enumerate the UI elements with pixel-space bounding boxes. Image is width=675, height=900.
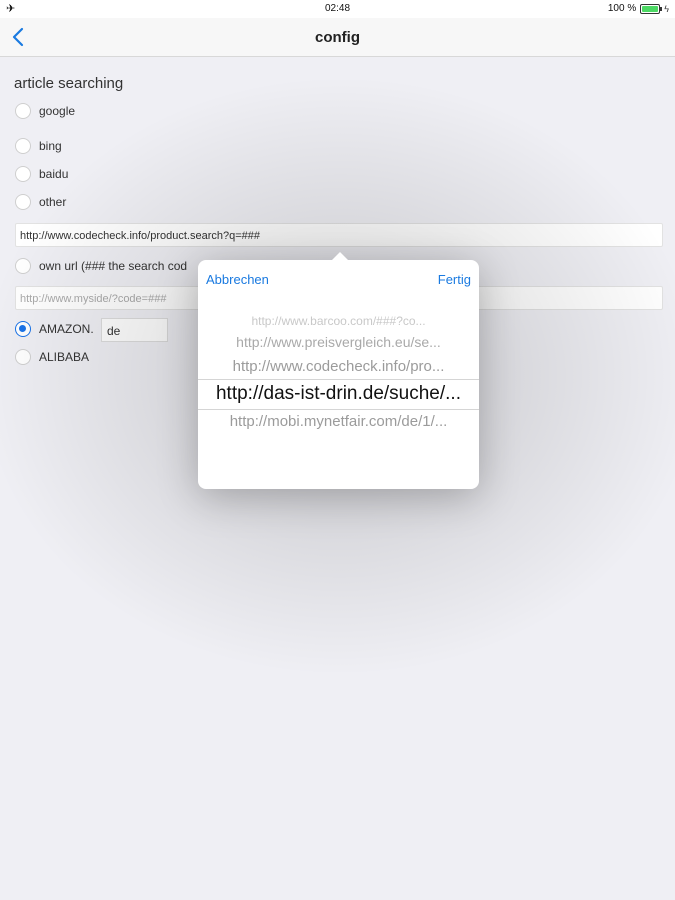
radio-button[interactable]: [15, 103, 31, 119]
radio-button[interactable]: [15, 349, 31, 365]
radio-bing[interactable]: bing: [15, 136, 62, 156]
radio-label: AMAZON.: [39, 322, 94, 336]
radio-label: ALIBABA: [39, 350, 90, 364]
section-title: article searching: [14, 75, 124, 92]
selection-divider: [198, 379, 479, 380]
picker-option[interactable]: http://www.preisvergleich.eu/se...: [198, 333, 479, 351]
battery-percent: 100 %: [607, 3, 637, 14]
done-button[interactable]: Fertig: [438, 272, 471, 287]
radio-label: other: [39, 195, 67, 209]
page-title: config: [315, 29, 360, 46]
status-bar: ✈ 02:48 100 % ϟ: [0, 0, 675, 18]
radio-label: bing: [39, 139, 62, 153]
popover-arrow: [331, 252, 349, 261]
picker-option[interactable]: http://www.codecheck.info/pro...: [198, 357, 479, 377]
radio-label: baidu: [39, 167, 69, 181]
selection-divider: [198, 409, 479, 410]
radio-button[interactable]: [15, 194, 31, 210]
amazon-domain-field[interactable]: de: [101, 318, 168, 342]
battery-icon: [640, 3, 663, 14]
radio-label: own url (### the search cod: [39, 259, 188, 273]
radio-google[interactable]: google: [15, 101, 75, 121]
picker-option[interactable]: http://mobi.mynetfair.com/de/1/...: [198, 412, 479, 432]
radio-button[interactable]: [15, 258, 31, 274]
url-picker-wheel[interactable]: http://www.barcoo.com/###?co... http://w…: [198, 312, 479, 442]
radio-alibaba[interactable]: ALIBABA: [15, 347, 89, 367]
other-url-field[interactable]: http://www.codecheck.info/product.search…: [15, 223, 663, 247]
radio-label: google: [39, 104, 76, 118]
radio-amazon[interactable]: AMAZON.: [15, 319, 94, 339]
battery-indicator: 100 % ϟ: [608, 3, 669, 14]
radio-baidu[interactable]: baidu: [15, 164, 68, 184]
cancel-button[interactable]: Abbrechen: [206, 272, 269, 287]
url-picker-popover: Abbrechen Fertig http://www.barcoo.com/#…: [198, 252, 479, 489]
picker-option-selected[interactable]: http://das-ist-drin.de/suche/...: [198, 381, 479, 407]
radio-button[interactable]: [15, 321, 31, 337]
picker-option[interactable]: http://www.barcoo.com/###?co...: [198, 314, 479, 328]
nav-bar: config: [0, 18, 675, 57]
radio-other[interactable]: other: [15, 192, 66, 212]
radio-own-url[interactable]: own url (### the search cod: [15, 256, 187, 276]
status-time: 02:48: [324, 3, 351, 14]
charging-icon: ϟ: [664, 3, 669, 14]
radio-button[interactable]: [15, 138, 31, 154]
radio-button[interactable]: [15, 166, 31, 182]
